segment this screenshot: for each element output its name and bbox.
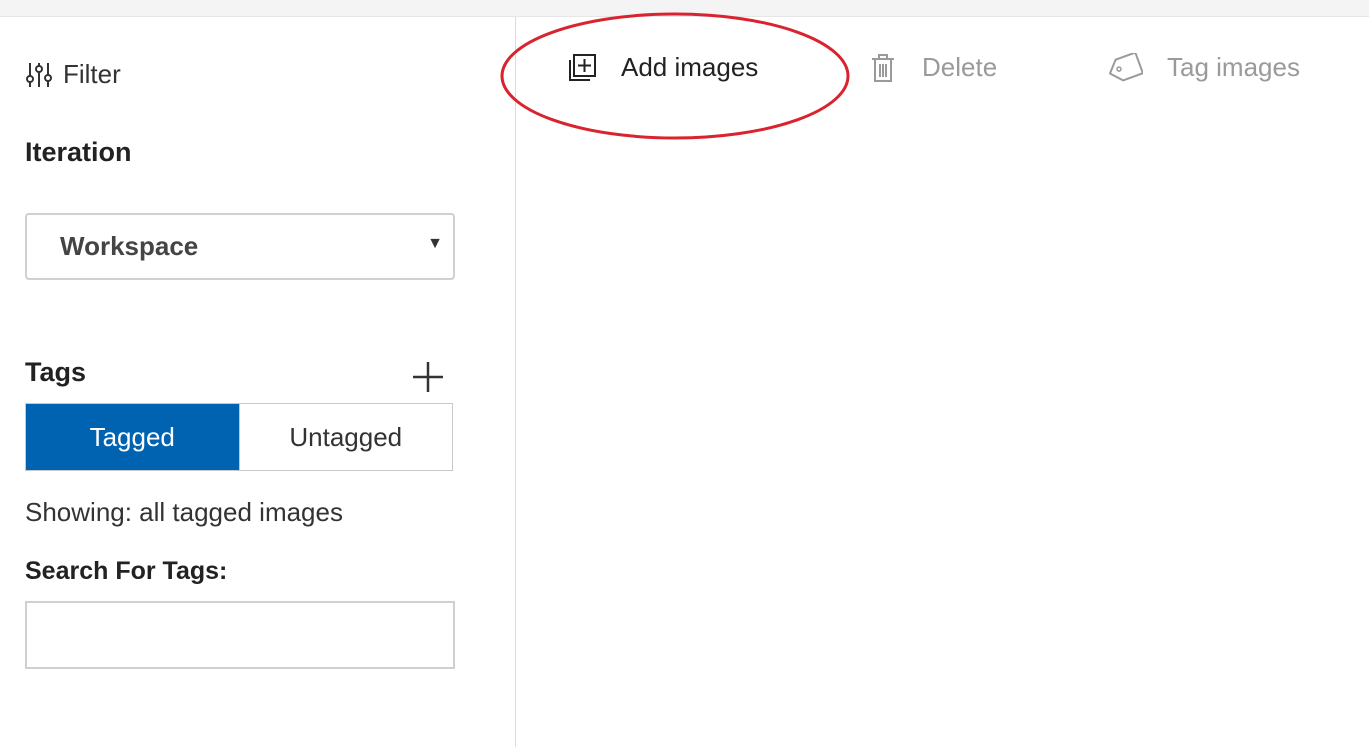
trash-icon (872, 53, 894, 82)
add-images-button[interactable]: Add images (567, 52, 758, 83)
caret-down-icon: ▼ (427, 235, 443, 252)
sliders-icon (26, 62, 52, 87)
iteration-heading: Iteration (25, 137, 132, 167)
search-tags-heading: Search For Tags: (25, 557, 228, 585)
iteration-select-value: Workspace (60, 231, 199, 261)
untagged-toggle-button[interactable]: Untagged (238, 404, 452, 470)
iteration-select[interactable]: Workspace ▼ (25, 213, 455, 280)
showing-status-text: Showing: all tagged images (25, 497, 343, 527)
tag-icon (1108, 52, 1143, 81)
search-tags-input[interactable] (25, 601, 455, 669)
tagged-toggle-button[interactable]: Tagged (26, 404, 239, 470)
filter-label: Filter (63, 59, 121, 89)
add-images-label: Add images (621, 52, 759, 82)
sidebar: Filter Iteration Workspace ▼ Tags Tagged… (0, 17, 516, 747)
delete-label: Delete (922, 52, 998, 82)
tag-filter-toggle: Tagged Untagged (25, 403, 453, 471)
plus-icon[interactable] (408, 357, 448, 397)
add-image-icon (569, 53, 596, 81)
tag-images-button[interactable]: Tag images (1107, 52, 1300, 83)
filter-button[interactable]: Filter (25, 59, 121, 90)
tags-heading: Tags (25, 357, 87, 387)
tag-images-label: Tag images (1167, 52, 1300, 82)
top-bar (0, 0, 1369, 17)
delete-button[interactable]: Delete (870, 52, 997, 83)
